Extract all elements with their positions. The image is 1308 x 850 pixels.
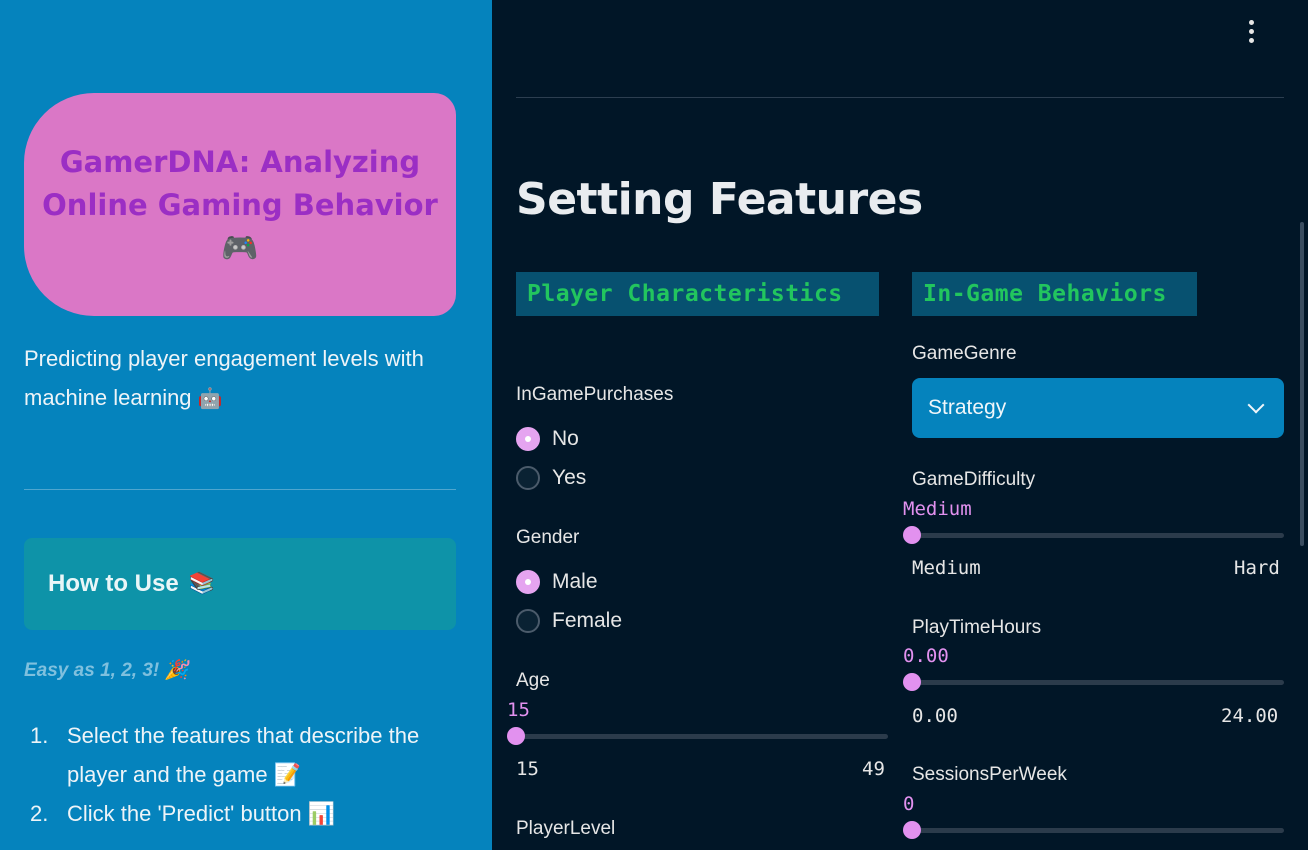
radio-gender-female[interactable]: Female <box>516 609 622 633</box>
player-level-label: PlayerLevel <box>516 818 616 839</box>
radio-label: No <box>552 427 579 450</box>
game-difficulty-slider-thumb[interactable] <box>903 526 921 544</box>
how-to-use-title: How to Use <box>48 570 179 597</box>
page-title: Setting Features <box>516 174 923 225</box>
game-genre-select[interactable]: Strategy <box>912 378 1284 438</box>
header-divider <box>516 97 1284 98</box>
tagline-text: Predicting player engagement levels with… <box>24 346 424 410</box>
gender-label: Gender <box>516 527 580 548</box>
radio-label: Yes <box>552 466 587 489</box>
chevron-down-icon <box>1247 396 1265 414</box>
game-genre-label: GameGenre <box>912 343 1017 364</box>
step-item: 1. Select the features that describe the… <box>24 716 464 794</box>
play-time-min: 0.00 <box>912 705 958 727</box>
step-text: Select the features that describe the pl… <box>67 723 420 787</box>
radio-purchases-yes[interactable]: Yes <box>516 466 586 490</box>
radio-checked-icon <box>516 427 540 451</box>
robot-icon: 🤖 <box>197 388 223 410</box>
step-text: Click the 'Predict' button <box>67 801 302 826</box>
easy-text: Easy as 1, 2, 3! <box>24 660 160 681</box>
easy-caption: Easy as 1, 2, 3! 🎉 <box>24 658 188 682</box>
radio-checked-icon <box>516 570 540 594</box>
sessions-per-week-value: 0 <box>903 793 915 815</box>
game-difficulty-label: GameDifficulty <box>912 469 1036 490</box>
player-characteristics-header: Player Characteristics <box>516 272 879 316</box>
sessions-per-week-slider-track[interactable] <box>912 828 1284 833</box>
age-slider-track[interactable] <box>516 734 888 739</box>
books-icon: 📚 <box>188 572 215 595</box>
step-item: 2. Click the 'Predict' button 📊 <box>24 794 464 833</box>
age-label: Age <box>516 670 550 691</box>
sidebar-divider <box>24 489 456 490</box>
game-difficulty-min: Medium <box>912 557 981 579</box>
sessions-per-week-label: SessionsPerWeek <box>912 764 1067 785</box>
play-time-value: 0.00 <box>903 645 949 667</box>
age-max: 49 <box>862 758 885 780</box>
game-difficulty-slider-track[interactable] <box>912 533 1284 538</box>
play-time-slider-thumb[interactable] <box>903 673 921 691</box>
game-difficulty-value: Medium <box>903 498 972 520</box>
app-title: GamerDNA: Analyzing Online Gaming Behavi… <box>42 144 438 222</box>
how-to-use-box: How to Use 📚 <box>24 538 456 630</box>
radio-unchecked-icon <box>516 466 540 490</box>
radio-unchecked-icon <box>516 609 540 633</box>
step-number: 2. <box>30 801 49 826</box>
step-number: 1. <box>30 723 49 748</box>
radio-label: Female <box>552 609 623 632</box>
radio-gender-male[interactable]: Male <box>516 570 598 594</box>
main-panel: Setting Features Player Characteristics … <box>492 0 1308 850</box>
radio-purchases-no[interactable]: No <box>516 427 579 451</box>
game-controller-icon: 🎮 <box>221 231 259 265</box>
age-value: 15 <box>507 699 530 721</box>
party-icon: 🎉 <box>164 660 189 681</box>
hero-banner: GamerDNA: Analyzing Online Gaming Behavi… <box>24 93 456 316</box>
in-game-behaviors-header: In-Game Behaviors <box>912 272 1197 316</box>
scrollbar[interactable] <box>1300 222 1304 546</box>
memo-icon: 📝 <box>273 762 302 787</box>
age-min: 15 <box>516 758 539 780</box>
more-menu-icon[interactable] <box>1238 16 1264 46</box>
play-time-max: 24.00 <box>1221 705 1279 727</box>
radio-label: Male <box>552 570 598 593</box>
tagline: Predicting player engagement levels with… <box>24 339 464 419</box>
in-game-purchases-label: InGamePurchases <box>516 384 674 405</box>
age-slider-thumb[interactable] <box>507 727 525 745</box>
game-genre-value: Strategy <box>928 396 1007 419</box>
chart-icon: 📊 <box>307 801 336 826</box>
sessions-per-week-slider-thumb[interactable] <box>903 821 921 839</box>
game-difficulty-max: Hard <box>1234 557 1280 579</box>
play-time-slider-track[interactable] <box>912 680 1284 685</box>
steps-list: 1. Select the features that describe the… <box>24 716 464 833</box>
play-time-label: PlayTimeHours <box>912 617 1042 638</box>
sidebar: GamerDNA: Analyzing Online Gaming Behavi… <box>0 0 492 850</box>
